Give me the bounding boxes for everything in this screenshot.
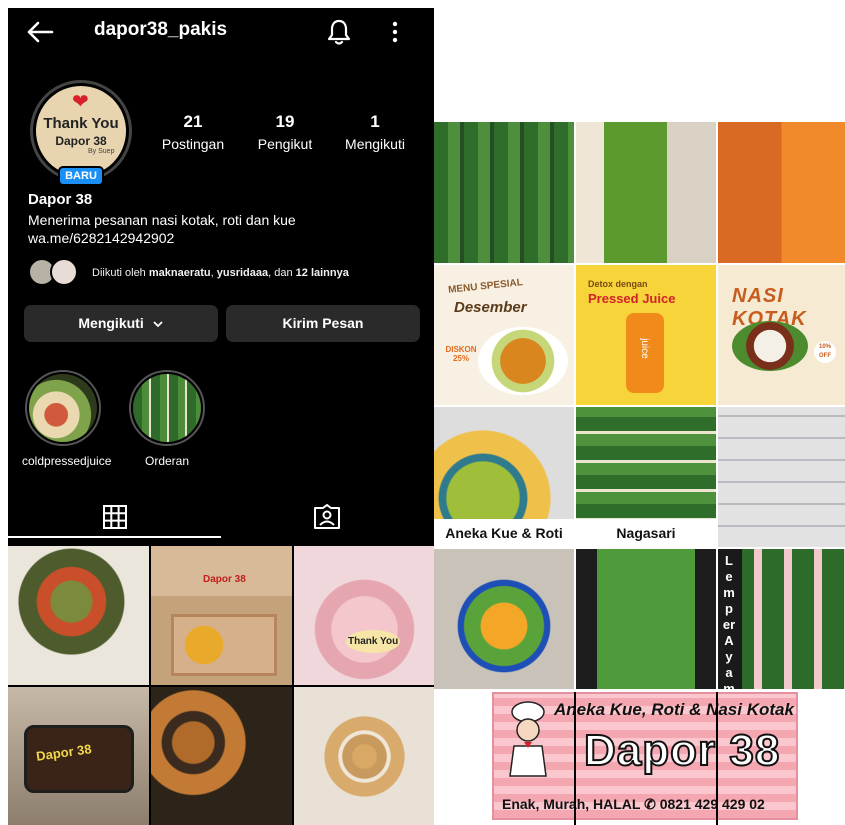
chef-mascot-icon <box>509 701 547 777</box>
profile-username: dapor38_pakis <box>94 19 228 40</box>
followed-by-mid: , dan <box>268 267 296 279</box>
caption-lemper-ayam: Lemper Ayam <box>722 553 736 689</box>
stat-posts[interactable]: 21 Postingan <box>156 112 230 152</box>
screenshot-canvas: dapor38_pakis ❤ Thank You Dapor 38 By Su… <box>0 0 845 825</box>
promo-title-small: MENU SPESIAL <box>447 277 524 296</box>
highlight-cover <box>29 374 97 442</box>
stat-following-label: Mengikuti <box>345 136 405 152</box>
highlight-cover <box>133 374 201 442</box>
juice-bottle-image: juice <box>626 313 664 393</box>
nasi-plate-image <box>732 321 808 371</box>
post-caption-text: Dapor 38 <box>35 741 93 764</box>
juice-title-small: Detox dengan <box>588 279 648 289</box>
stat-followers[interactable]: 19 Pengikut <box>250 112 320 152</box>
tagged-person-icon[interactable] <box>312 504 342 530</box>
highlight-ring <box>129 370 205 446</box>
followed-by-prefix: Diikuti oleh <box>92 267 149 279</box>
top-bar: dapor38_pakis <box>8 8 434 54</box>
stat-followers-value: 19 <box>275 112 295 131</box>
food-plate-image <box>478 327 568 395</box>
photo-aneka-kue: Aneka Kue & Roti <box>434 407 574 547</box>
stat-followers-label: Pengikut <box>257 136 313 152</box>
followed-by-user2: yusridaaa <box>216 267 269 279</box>
highlight-label: coldpressedjuice <box>22 454 112 468</box>
highlight-coldpressedjuice[interactable]: coldpressedjuice <box>22 370 112 468</box>
more-options-icon[interactable] <box>386 20 404 44</box>
post-thumbnail[interactable]: Dapor 38 <box>151 546 292 685</box>
profile-tabs <box>8 500 434 546</box>
lemper-image <box>742 549 845 689</box>
collage-divider <box>716 692 718 825</box>
post-caption-text: Dapor 38 <box>203 574 246 585</box>
following-button[interactable]: Mengikuti <box>24 305 218 342</box>
chevron-down-icon <box>152 321 163 328</box>
instagram-profile-screen: dapor38_pakis ❤ Thank You Dapor 38 By Su… <box>8 8 434 825</box>
caption-nagasari: Nagasari <box>576 519 716 547</box>
following-button-label: Mengikuti <box>78 315 144 331</box>
post-thumbnail[interactable] <box>151 687 292 825</box>
lemper-label-strip: Lemper Ayam <box>718 549 740 689</box>
stat-following[interactable]: 1 Mengikuti <box>336 112 414 152</box>
banner-contact: Enak, Murah, HALAL ✆ 0821 429 429 02 <box>502 796 765 812</box>
followed-by-text[interactable]: Diikuti oleh maknaeratu, yusridaaa, dan … <box>92 267 349 279</box>
photo-kue-platter <box>434 549 574 689</box>
followed-by-others: 12 lainnya <box>295 267 349 279</box>
highlight-label: Orderan <box>144 454 190 468</box>
photo-nagasari: Nagasari <box>576 407 716 547</box>
collage-divider <box>574 692 576 825</box>
heart-icon: ❤ <box>72 91 89 113</box>
photo-boxes <box>718 407 845 547</box>
promo-menu-spesial: MENU SPESIAL Desember DISKON 25% <box>434 265 574 405</box>
promo-title-large: Desember <box>454 299 527 316</box>
profile-display-name: Dapor 38 <box>28 191 93 208</box>
profile-link[interactable]: wa.me/6282142942902 <box>28 230 174 246</box>
followed-by-avatars[interactable] <box>28 258 84 288</box>
photo-green-juice <box>576 122 716 263</box>
bell-icon[interactable] <box>326 18 352 46</box>
post-thumbnail[interactable]: Thank You <box>294 546 434 685</box>
grid-icon[interactable] <box>102 504 128 530</box>
new-badge: BARU <box>58 166 104 186</box>
stat-posts-value: 21 <box>183 112 203 131</box>
banner-tagline: Aneka Kue, Roti & Nasi Kotak <box>554 700 794 719</box>
juice-title-large: Pressed Juice <box>588 291 676 306</box>
back-arrow-icon[interactable] <box>26 20 54 44</box>
active-tab-indicator <box>8 536 221 538</box>
avatar-logo: ❤ Thank You Dapor 38 By Suep <box>36 86 126 176</box>
followed-by-user1: maknaeratu <box>148 267 211 279</box>
profile-bio: Menerima pesanan nasi kotak, roti dan ku… <box>28 212 296 228</box>
promo-nasi-kotak: NASI KOTAK 10% OFF <box>718 265 845 405</box>
posts-grid: Dapor 38 Thank You Dapor 38 <box>8 546 434 825</box>
discount-badge: 10% OFF <box>814 341 836 363</box>
photo-lemper-ayam: Lemper Ayam <box>718 549 845 689</box>
photo-wrapped-rolls <box>576 549 716 689</box>
photo-orange-juice <box>718 122 845 263</box>
highlight-ring <box>25 370 101 446</box>
send-message-button[interactable]: Kirim Pesan <box>226 305 420 342</box>
stat-following-value: 1 <box>370 112 380 131</box>
post-thumbnail[interactable] <box>8 546 149 685</box>
bottle-label: juice <box>638 338 650 359</box>
promo-collage: MENU SPESIAL Desember DISKON 25% Detox d… <box>434 0 845 825</box>
avatar-logo-line1: Thank You <box>43 115 119 132</box>
avatar-logo-line2: Dapor 38 <box>55 134 107 148</box>
caption-aneka-kue: Aneka Kue & Roti <box>434 519 574 547</box>
highlight-orderan[interactable]: Orderan <box>126 370 208 468</box>
dapor38-banner: Aneka Kue, Roti & Nasi Kotak Dapor 38 En… <box>492 692 798 820</box>
photo-banana-leaf-packs <box>434 122 574 263</box>
post-thumbnail[interactable]: Dapor 38 <box>8 687 149 825</box>
post-caption-text: Thank You <box>346 630 401 653</box>
avatar <box>50 258 78 286</box>
banner-brand: Dapor 38 <box>583 725 781 776</box>
avatar-logo-line3: By Suep <box>88 148 115 155</box>
post-thumbnail[interactable] <box>294 687 434 825</box>
promo-pressed-juice: Detox dengan Pressed Juice juice <box>576 265 716 405</box>
stat-posts-label: Postingan <box>161 136 225 152</box>
promo-discount: DISKON 25% <box>445 345 477 363</box>
